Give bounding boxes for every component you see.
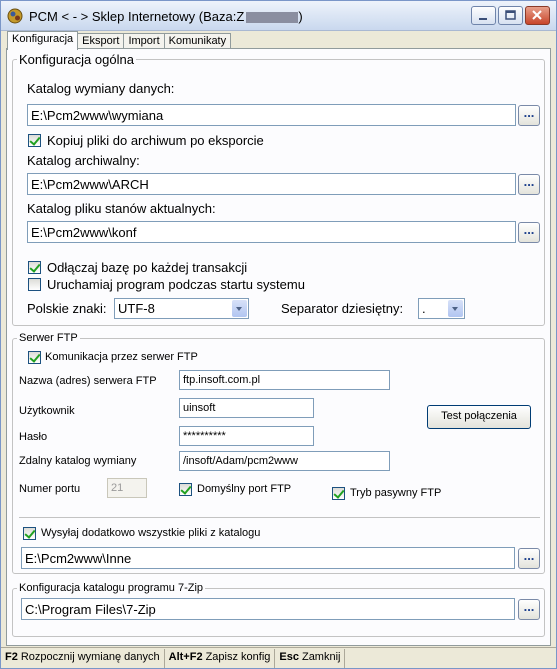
exchange-dir-field[interactable]: E:\Pcm2www\wymiana [27,104,516,126]
ftp-password-field[interactable]: ********** [179,426,314,446]
copy-archive-checkbox[interactable] [28,134,41,147]
polish-chars-select[interactable]: UTF-8 [114,298,249,319]
port-field[interactable]: 21 [107,478,147,498]
default-port-checkbox[interactable] [179,483,192,496]
remote-dir-label: Zdalny katalog wymiany [19,455,137,467]
title-bar[interactable]: PCM < - > Sklep Internetowy (Baza:Z) [1,1,556,31]
state-dir-label: Katalog pliku stanów aktualnych: [27,201,216,216]
remote-dir-field[interactable]: /insoft/Adam/pcm2www [179,451,390,471]
polish-chars-label: Polskie znaki: [27,301,107,316]
disconnect-label: Odłączaj bazę po każdej transakcji [47,260,248,275]
port-label: Numer portu [19,483,81,495]
shortcut-esc[interactable]: Esc Zamknij [275,649,346,668]
zip-dir-field[interactable]: C:\Program Files\7-Zip [21,598,515,620]
autostart-checkbox[interactable] [28,278,41,291]
shortcut-text: Zamknij [301,651,341,663]
ftp-divider [19,517,540,518]
close-icon [532,10,542,20]
archive-dir-label: Katalog archiwalny: [27,153,140,168]
main-window: PCM < - > Sklep Internetowy (Baza:Z) Kon… [0,0,557,669]
decimal-sep-label: Separator dziesiętny: [281,301,404,316]
ftp-user-field[interactable]: uinsoft [179,398,314,418]
send-all-dir-field[interactable]: E:\Pcm2www\Inne [21,547,515,569]
status-bar: F2 Rozpocznij wymianę danych Alt+F2 Zapisz… [1,647,556,668]
tab-konfiguracja[interactable]: Konfiguracja [7,31,79,50]
redacted-block [246,12,299,24]
send-all-label: Wysyłaj dodatkowo wszystkie pliki z kata… [41,527,261,539]
close-button[interactable] [525,6,550,25]
autostart-label: Uruchamiaj program podczas startu system… [47,277,305,292]
decimal-sep-value: . [422,301,426,316]
state-dir-field[interactable]: E:\Pcm2www\konf [27,221,516,243]
window-controls [471,6,550,25]
ftp-server-field[interactable]: ftp.insoft.com.pl [179,370,390,390]
tab-strip: Konfiguracja Eksport Import Komunikaty [7,31,232,50]
state-dir-browse-button[interactable]: ... [518,222,540,243]
passive-mode-label: Tryb pasywny FTP [350,487,442,499]
polish-chars-value: UTF-8 [118,301,155,316]
general-config-legend: Konfiguracja ogólna [19,52,134,67]
chevron-down-icon[interactable] [232,300,247,317]
minimize-button[interactable] [471,6,496,25]
send-all-checkbox[interactable] [23,527,36,540]
zip-dir-browse-button[interactable]: ... [518,599,540,620]
exchange-dir-browse-button[interactable]: ... [518,105,540,126]
copy-archive-label: Kopiuj pliki do archiwum po eksporcie [47,133,264,148]
ftp-password-label: Hasło [19,431,48,443]
chevron-down-icon[interactable] [448,300,463,317]
zip-legend: Konfiguracja katalogu programu 7-Zip [19,582,204,594]
send-all-dir-browse-button[interactable]: ... [518,548,540,569]
disconnect-checkbox[interactable] [28,261,41,274]
shortcut-text: Zapisz konfig [205,651,271,663]
maximize-icon [505,10,516,20]
shortcut-key: F2 [5,651,18,663]
use-ftp-checkbox[interactable] [28,351,41,364]
window-title: PCM < - > Sklep Internetowy (Baza:Z) [29,9,303,24]
maximize-button[interactable] [498,6,523,25]
passive-mode-checkbox[interactable] [332,487,345,500]
config-panel: Konfiguracja ogólna Katalog wymiany dany… [6,48,551,646]
archive-dir-browse-button[interactable]: ... [518,174,540,195]
default-port-label: Domyślny port FTP [197,483,292,495]
shortcut-key: Esc [279,651,299,663]
shortcut-key: Alt+F2 [168,651,203,663]
test-connection-button[interactable]: Test połączenia [427,405,531,429]
archive-dir-field[interactable]: E:\Pcm2www\ARCH [27,173,516,195]
minimize-icon [479,18,487,20]
decimal-sep-select[interactable]: . [418,298,465,319]
window-title-end: ) [298,9,303,24]
shortcut-f2[interactable]: F2 Rozpocznij wymianę danych [1,649,165,668]
app-icon [7,8,23,24]
ftp-server-label: Nazwa (adres) serwera FTP [19,375,157,387]
shortcut-text: Rozpocznij wymianę danych [20,651,160,663]
ftp-user-label: Użytkownik [19,405,75,417]
exchange-dir-label: Katalog wymiany danych: [27,81,175,96]
window-title-text: PCM < - > Sklep Internetowy (Baza:Z [29,9,245,24]
shortcut-alt-f2[interactable]: Alt+F2 Zapisz konfig [165,649,276,668]
ftp-legend: Serwer FTP [19,332,78,344]
use-ftp-label: Komunikacja przez serwer FTP [45,351,198,363]
